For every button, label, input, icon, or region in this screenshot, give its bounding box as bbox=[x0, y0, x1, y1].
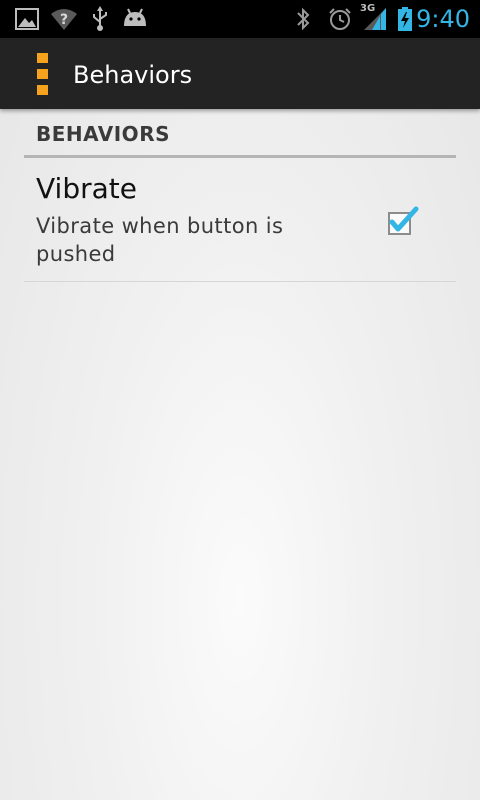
network-type-label: 3G bbox=[360, 3, 376, 14]
vibrate-preference[interactable]: Vibrate Vibrate when button is pushed bbox=[24, 158, 456, 282]
svg-text:?: ? bbox=[60, 12, 68, 28]
battery-charging-icon bbox=[398, 7, 412, 31]
status-bar: ? 3G 9:40 bbox=[0, 0, 480, 38]
page-title: Behaviors bbox=[73, 61, 193, 89]
action-bar: Behaviors bbox=[0, 38, 480, 109]
bluetooth-icon bbox=[297, 7, 310, 31]
category-header: BEHAVIORS bbox=[24, 109, 456, 158]
status-time: 9:40 bbox=[416, 5, 470, 33]
vibrate-checkbox[interactable] bbox=[386, 204, 420, 238]
signal-3g-icon: 3G bbox=[360, 3, 388, 32]
alarm-icon bbox=[329, 8, 351, 30]
preferences-list: BEHAVIORS Vibrate Vibrate when button is… bbox=[24, 109, 456, 282]
android-debug-icon bbox=[124, 8, 146, 26]
wifi-unknown-icon: ? bbox=[51, 9, 77, 30]
usb-icon bbox=[93, 6, 107, 31]
gallery-icon bbox=[15, 8, 39, 30]
menu-dots-icon[interactable] bbox=[37, 53, 49, 95]
preference-title: Vibrate bbox=[36, 172, 137, 205]
preference-summary: Vibrate when button is pushed bbox=[36, 214, 284, 266]
